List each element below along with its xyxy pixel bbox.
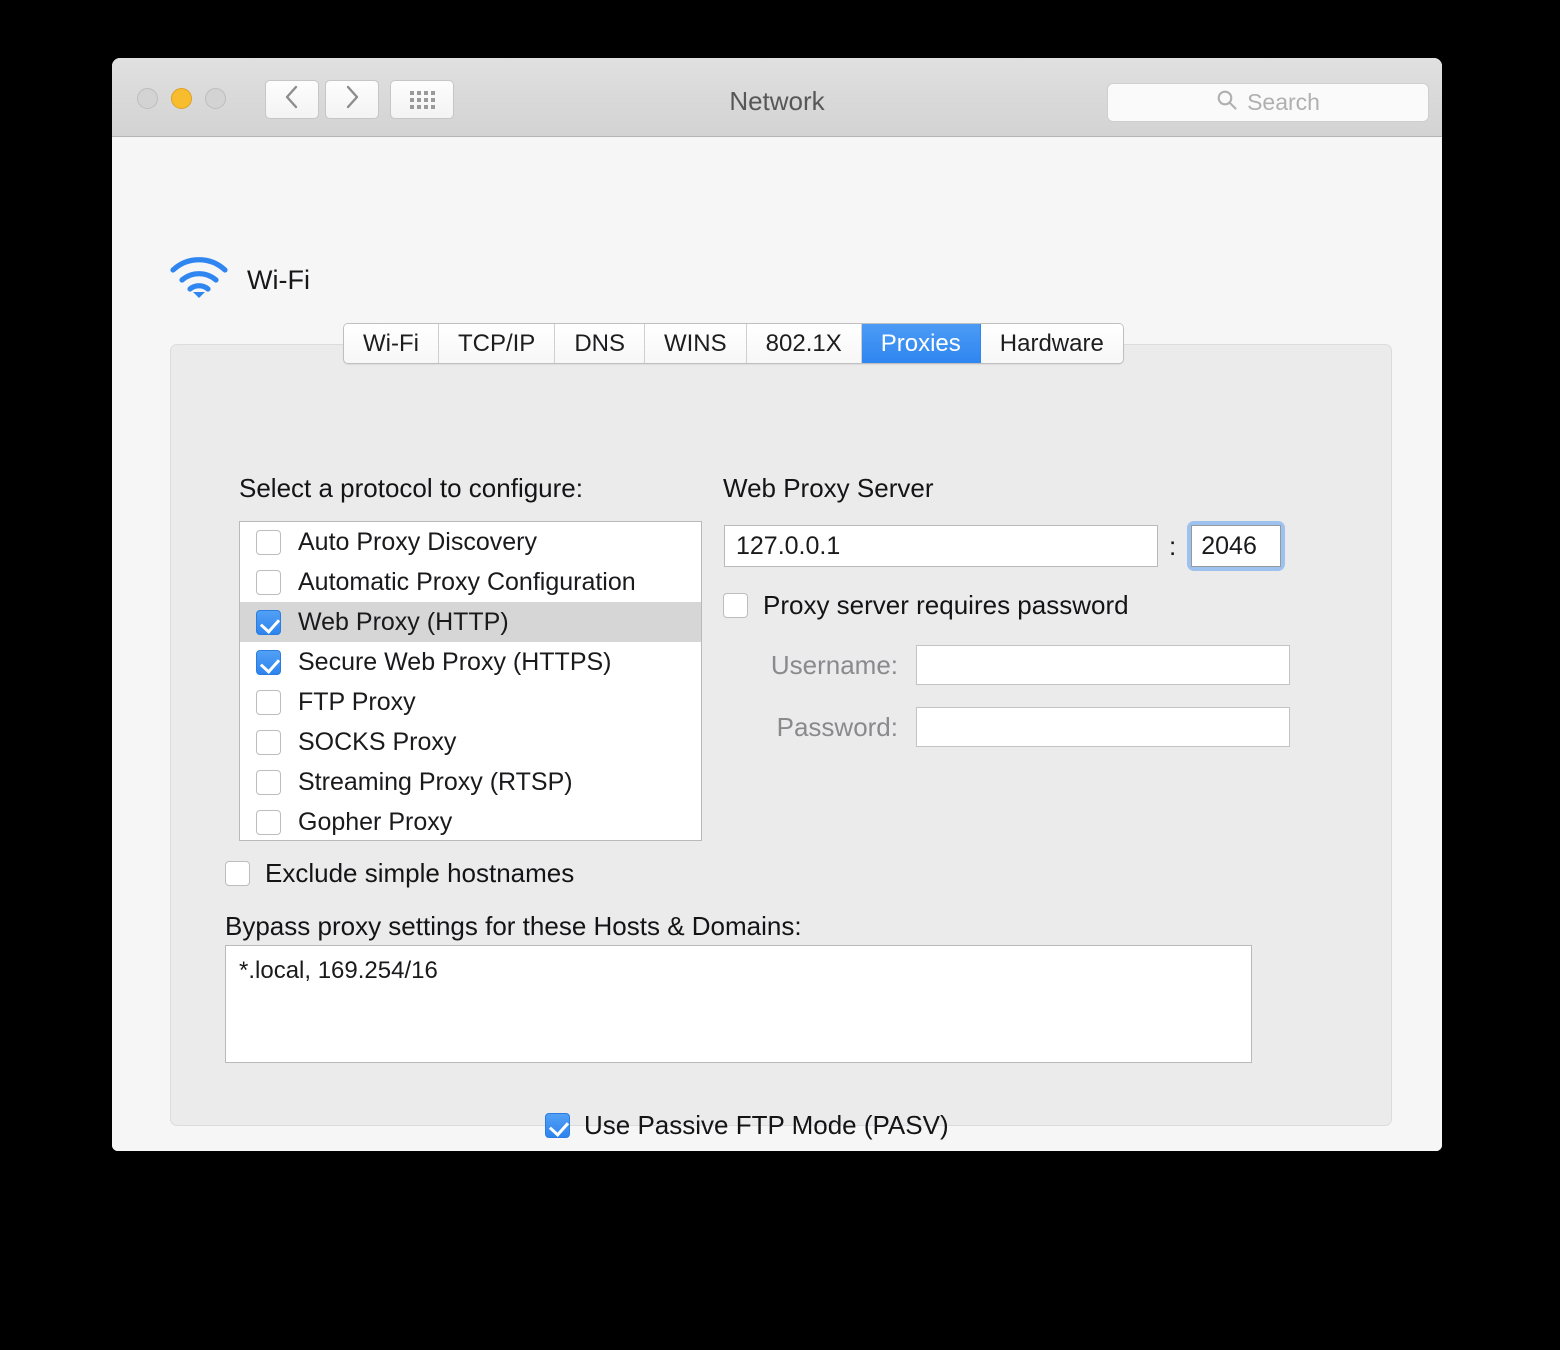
checkbox-use-passive-ftp[interactable] [545,1113,570,1138]
list-item-label: Streaming Proxy (RTSP) [298,767,573,796]
network-preferences-window: Network Search Wi-Fi Wi-Fi TCP/IP DNS WI… [112,58,1442,1151]
tab-wifi[interactable]: Wi-Fi [344,324,439,363]
list-item[interactable]: SOCKS Proxy [240,722,701,762]
list-item[interactable]: Gopher Proxy [240,802,701,842]
exclude-simple-hostnames-row[interactable]: Exclude simple hostnames [225,858,574,889]
list-item-label: SOCKS Proxy [298,727,457,756]
search-placeholder: Search [1247,89,1320,115]
tab-8021x[interactable]: 802.1X [746,324,862,363]
search-icon [1216,89,1238,116]
checkbox-automatic-proxy-configuration[interactable] [256,569,281,595]
checkbox-secure-web-proxy-https[interactable] [256,649,281,675]
proxy-port-input[interactable]: 2046 [1191,525,1282,567]
exclude-simple-hostnames-label: Exclude simple hostnames [265,858,575,888]
checkbox-gopher-proxy[interactable] [256,809,281,835]
tab-wins[interactable]: WINS [644,324,747,363]
host-port-separator: : [1169,530,1177,561]
list-item[interactable]: Web Proxy (HTTP) [240,602,701,642]
password-label: Password: [776,711,898,742]
list-item[interactable]: Auto Proxy Discovery [240,522,701,562]
proxy-port-focus-ring: 2046 [1187,521,1286,571]
list-item[interactable]: Secure Web Proxy (HTTPS) [240,642,701,682]
username-field[interactable] [916,645,1290,685]
list-item[interactable]: FTP Proxy [240,682,701,722]
checkbox-socks-proxy[interactable] [256,729,281,755]
checkbox-auto-proxy-discovery[interactable] [256,529,281,555]
checkbox-streaming-proxy-rtsp[interactable] [256,769,281,795]
passive-ftp-row[interactable]: Use Passive FTP Mode (PASV) [545,1110,949,1141]
passive-ftp-label: Use Passive FTP Mode (PASV) [584,1110,949,1140]
list-item-label: Gopher Proxy [298,807,453,836]
server-section-title: Web Proxy Server [723,473,934,503]
proxy-host-input[interactable]: 127.0.0.1 [724,525,1158,567]
window-titlebar: Network Search [112,58,1442,137]
checkbox-ftp-proxy[interactable] [256,689,281,715]
tab-proxies[interactable]: Proxies [861,324,981,363]
preference-tabs: Wi-Fi TCP/IP DNS WINS 802.1X Proxies Har… [343,323,1124,364]
checkbox-proxy-requires-password[interactable] [723,593,748,618]
password-field[interactable] [916,707,1290,747]
list-item[interactable]: Automatic Proxy Configuration [240,562,701,602]
requires-password-row[interactable]: Proxy server requires password [723,590,1129,621]
list-item-label: Auto Proxy Discovery [298,527,537,556]
protocol-list[interactable]: Auto Proxy Discovery Automatic Proxy Con… [239,521,702,841]
username-label: Username: [770,649,898,680]
tab-hardware[interactable]: Hardware [980,324,1123,363]
tab-dns[interactable]: DNS [555,324,645,363]
search-input[interactable]: Search [1107,83,1429,122]
window-body: Wi-Fi Wi-Fi TCP/IP DNS WINS 802.1X Proxi… [112,137,1442,1151]
checkbox-exclude-simple-hostnames[interactable] [225,861,250,886]
list-item-label: FTP Proxy [298,687,416,716]
interface-header: Wi-Fi [169,255,310,306]
password-row: Password: [723,707,1290,747]
list-item-label: Secure Web Proxy (HTTPS) [298,647,612,676]
wifi-icon [169,255,229,306]
list-item-label: Web Proxy (HTTP) [298,607,509,636]
requires-password-label: Proxy server requires password [763,590,1129,620]
bypass-textarea[interactable]: *.local, 169.254/16 [225,945,1252,1063]
tab-tcpip[interactable]: TCP/IP [438,324,556,363]
bypass-label: Bypass proxy settings for these Hosts & … [225,911,802,941]
list-item-label: Automatic Proxy Configuration [298,567,636,596]
checkbox-web-proxy-http[interactable] [256,609,281,635]
protocol-list-heading: Select a protocol to configure: [239,473,583,503]
username-row: Username: [723,645,1290,685]
list-item[interactable]: Streaming Proxy (RTSP) [240,762,701,802]
proxies-panel: Wi-Fi TCP/IP DNS WINS 802.1X Proxies Har… [170,323,1392,1140]
server-address-row: 127.0.0.1 : 2046 [724,521,1286,571]
interface-name: Wi-Fi [247,265,310,295]
